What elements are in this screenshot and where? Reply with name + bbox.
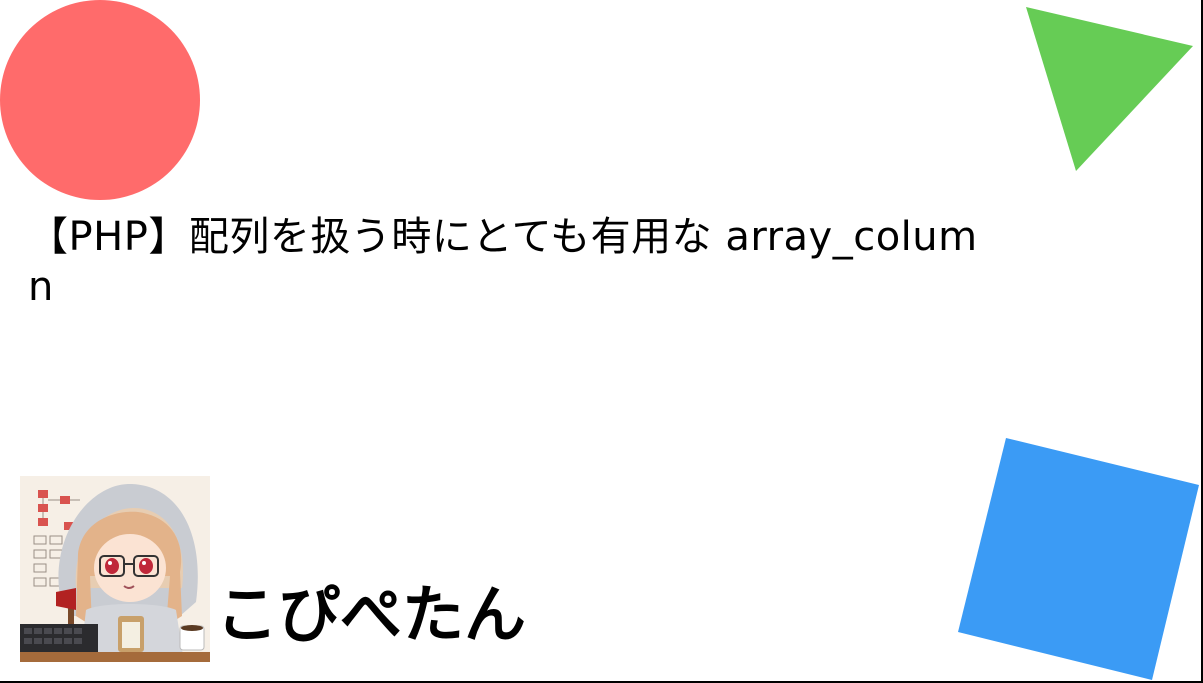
blue-square-decoration [958, 438, 1199, 680]
green-triangle-decoration [1026, 7, 1193, 171]
red-circle-decoration [0, 0, 200, 200]
author-name: こぴぺたん [216, 578, 527, 651]
author-avatar [20, 476, 210, 662]
og-card: 【PHP】配列を扱う時にとても有用な array_column こぴぺたん [0, 0, 1203, 683]
author-block: こぴぺたん [20, 472, 526, 662]
article-title: 【PHP】配列を扱う時にとても有用な array_column [28, 214, 978, 310]
